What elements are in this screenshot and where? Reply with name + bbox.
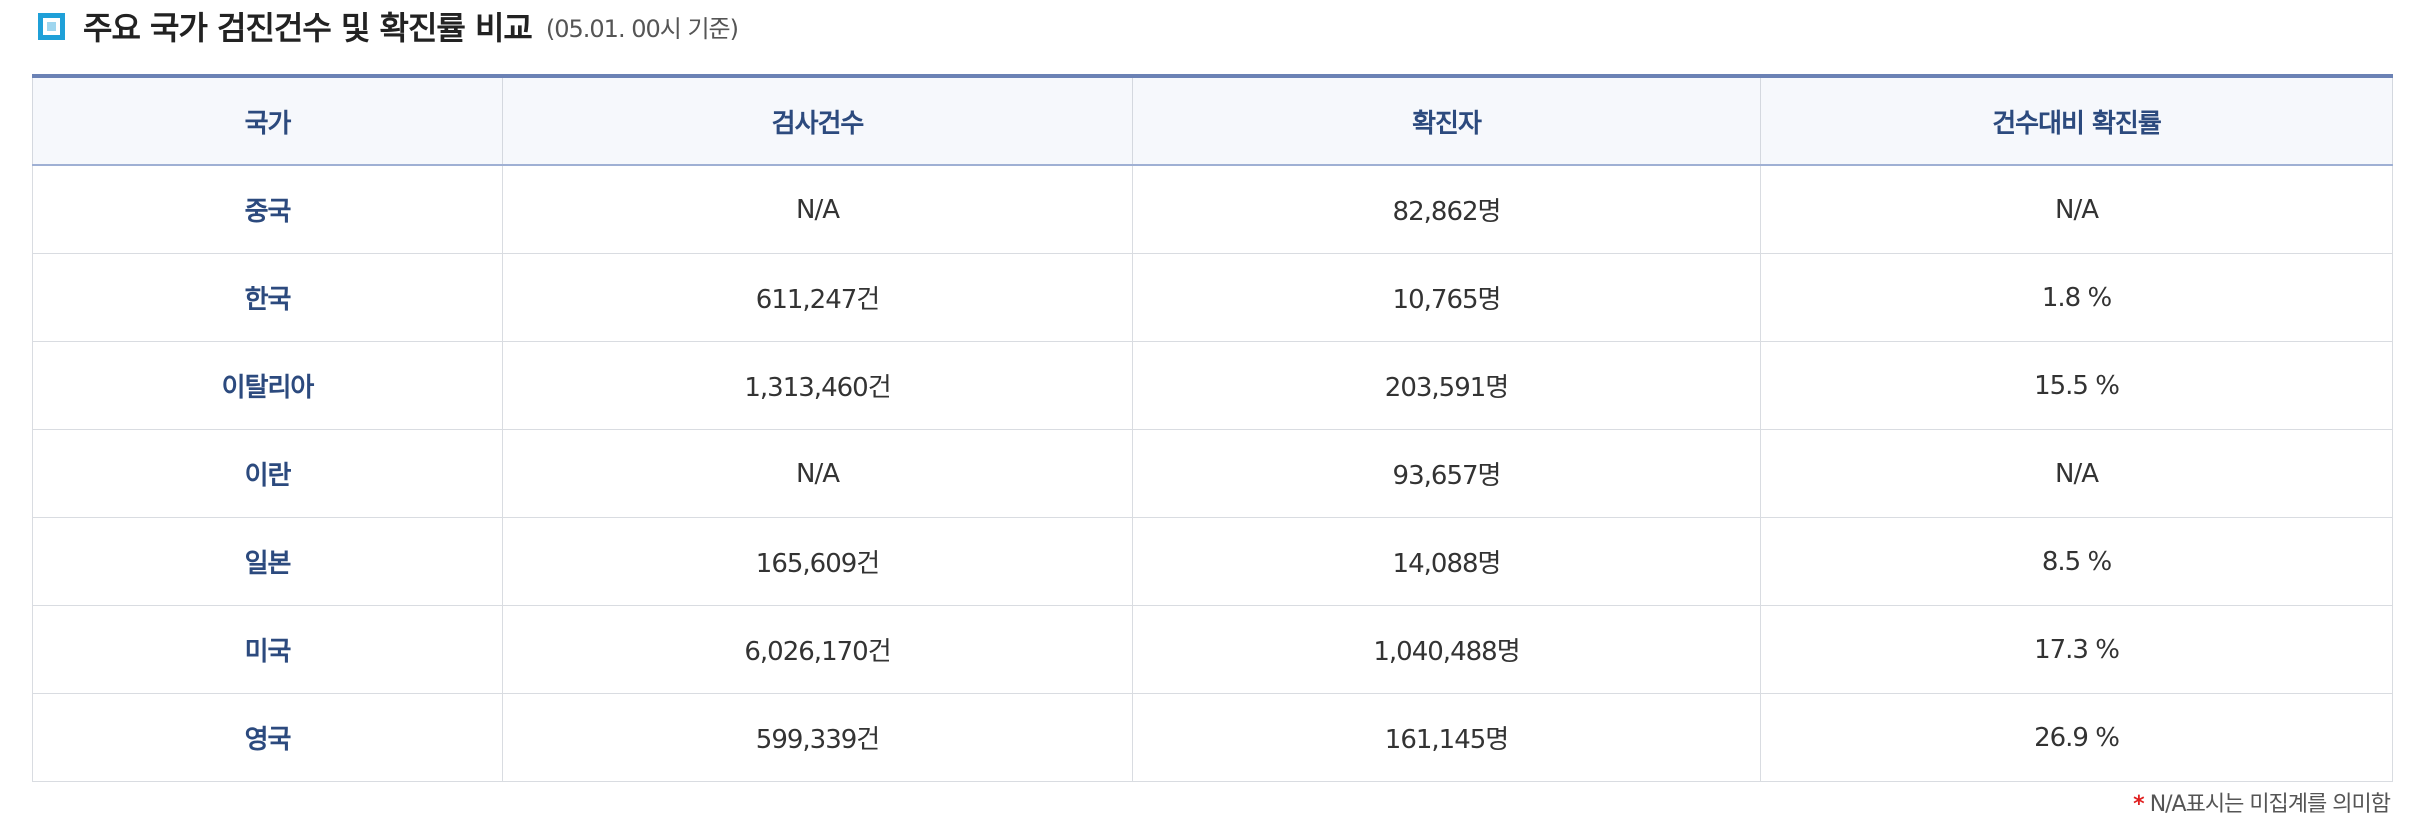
footnote-marker: * — [2133, 792, 2144, 817]
table-header-row: 국가 검사건수 확진자 건수대비 확진률 — [32, 74, 2393, 166]
rate-cell: 1.8 % — [1760, 253, 2393, 342]
table-row: 이탈리아 1,313,460건 203,591명 15.5 % — [32, 341, 2393, 430]
confirmed-cell: 203,591명 — [1132, 341, 1761, 430]
tests-cell: 611,247건 — [502, 253, 1133, 342]
rate-cell: 17.3 % — [1760, 605, 2393, 694]
table-row: 일본 165,609건 14,088명 8.5 % — [32, 517, 2393, 606]
tests-cell: 165,609건 — [502, 517, 1133, 606]
rate-cell: 15.5 % — [1760, 341, 2393, 430]
tests-cell: 599,339건 — [502, 693, 1133, 782]
confirmed-cell: 1,040,488명 — [1132, 605, 1761, 694]
country-cell: 이란 — [32, 429, 503, 518]
comparison-table-container: 국가 검사건수 확진자 건수대비 확진률 중국 N/A 82,862명 N/A … — [32, 74, 2393, 782]
comparison-table: 국가 검사건수 확진자 건수대비 확진률 중국 N/A 82,862명 N/A … — [32, 74, 2393, 782]
column-header-country: 국가 — [32, 74, 503, 166]
rate-cell: 8.5 % — [1760, 517, 2393, 606]
table-row: 미국 6,026,170건 1,040,488명 17.3 % — [32, 605, 2393, 694]
page-subtitle: (05.01. 00시 기준) — [545, 14, 739, 43]
table-row: 한국 611,247건 10,765명 1.8 % — [32, 253, 2393, 342]
country-cell: 영국 — [32, 693, 503, 782]
table-row: 중국 N/A 82,862명 N/A — [32, 164, 2393, 254]
tests-cell: N/A — [502, 429, 1133, 518]
confirmed-cell: 82,862명 — [1132, 164, 1761, 254]
country-cell: 이탈리아 — [32, 341, 503, 430]
column-header-tests: 검사건수 — [502, 74, 1133, 166]
confirmed-cell: 93,657명 — [1132, 429, 1761, 518]
column-header-confirmed: 확진자 — [1132, 74, 1761, 166]
tests-cell: 6,026,170건 — [502, 605, 1133, 694]
rate-cell: N/A — [1760, 429, 2393, 518]
confirmed-cell: 161,145명 — [1132, 693, 1761, 782]
footnote-text: N/A표시는 미집계를 의미함 — [2149, 792, 2391, 817]
tests-cell: N/A — [502, 164, 1133, 254]
confirmed-cell: 14,088명 — [1132, 517, 1761, 606]
table-row: 이란 N/A 93,657명 N/A — [32, 429, 2393, 518]
country-cell: 일본 — [32, 517, 503, 606]
footnote: * N/A표시는 미집계를 의미함 — [2133, 786, 2391, 818]
rate-cell: N/A — [1760, 164, 2393, 254]
country-cell: 미국 — [32, 605, 503, 694]
section-header: 주요 국가 검진건수 및 확진률 비교 (05.01. 00시 기준) — [38, 0, 739, 52]
rate-cell: 26.9 % — [1760, 693, 2393, 782]
page-title: 주요 국가 검진건수 및 확진률 비교 — [83, 9, 533, 47]
table-row: 영국 599,339건 161,145명 26.9 % — [32, 693, 2393, 782]
country-cell: 한국 — [32, 253, 503, 342]
confirmed-cell: 10,765명 — [1132, 253, 1761, 342]
square-bullet-icon — [38, 12, 65, 40]
tests-cell: 1,313,460건 — [502, 341, 1133, 430]
country-cell: 중국 — [32, 164, 503, 254]
column-header-rate: 건수대비 확진률 — [1760, 74, 2393, 166]
